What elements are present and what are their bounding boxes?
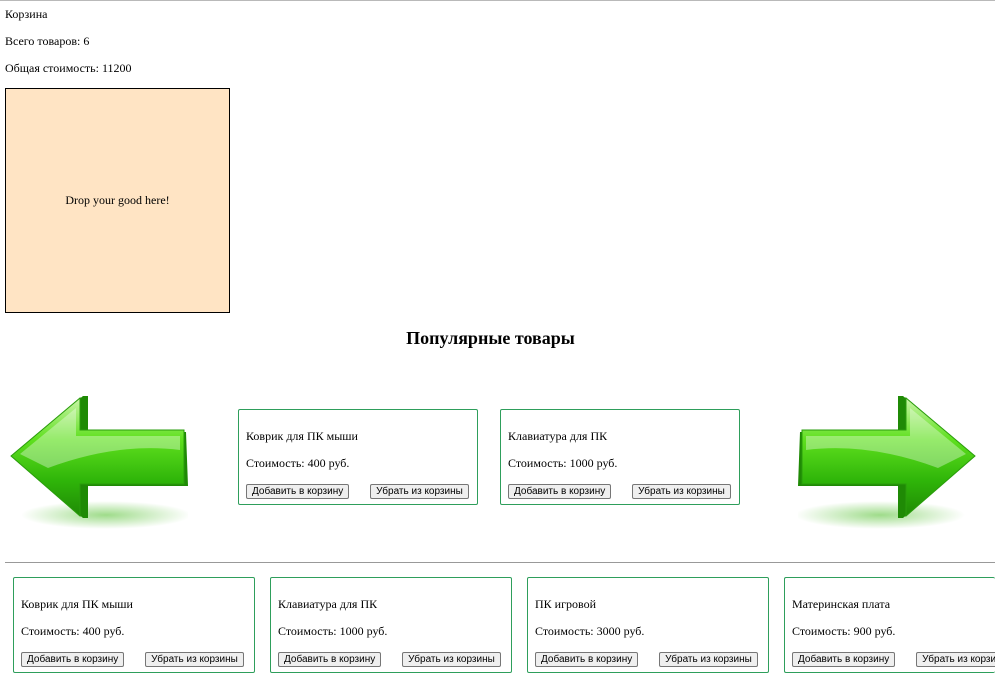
popular-product-card: Коврик для ПК мыши Стоимость: 400 руб. Д… — [238, 409, 478, 505]
remove-from-cart-button[interactable]: Убрать из корзины — [145, 652, 244, 667]
add-to-cart-button[interactable]: Добавить в корзину — [278, 652, 381, 667]
product-name: Клавиатура для ПК — [278, 597, 378, 611]
remove-from-cart-button[interactable]: Убрать из корзины — [916, 652, 995, 667]
add-to-cart-button[interactable]: Добавить в корзину — [535, 652, 638, 667]
product-name: ПК игровой — [535, 597, 597, 611]
remove-from-cart-button[interactable]: Убрать из корзины — [370, 484, 469, 499]
cart-item-count: Всего товаров: 6 — [5, 34, 90, 48]
product-name: Коврик для ПК мыши — [246, 429, 358, 443]
product-price: Стоимость: 400 руб. — [246, 456, 350, 470]
carousel-prev-button[interactable] — [8, 390, 188, 540]
popular-title: Популярные товары — [406, 328, 575, 348]
remove-from-cart-button[interactable]: Убрать из корзины — [632, 484, 731, 499]
section-divider — [5, 562, 995, 563]
cart-title: Корзина — [5, 7, 48, 21]
arrow-right-icon — [798, 396, 976, 529]
cart-drop-zone[interactable]: Drop your good here! — [5, 88, 230, 313]
product-name: Клавиатура для ПК — [508, 429, 608, 443]
product-price: Стоимость: 3000 руб. — [535, 624, 645, 638]
product-price: Стоимость: 1000 руб. — [508, 456, 618, 470]
product-price: Стоимость: 1000 руб. — [278, 624, 388, 638]
add-to-cart-button[interactable]: Добавить в корзину — [508, 484, 611, 499]
add-to-cart-button[interactable]: Добавить в корзину — [21, 652, 124, 667]
product-name: Материнская плата — [792, 597, 891, 611]
remove-from-cart-button[interactable]: Убрать из корзины — [402, 652, 501, 667]
arrow-left-icon — [10, 396, 188, 529]
drop-zone-label: Drop your good here! — [65, 193, 170, 207]
remove-from-cart-button[interactable]: Убрать из корзины — [659, 652, 758, 667]
add-to-cart-button[interactable]: Добавить в корзину — [792, 652, 895, 667]
top-border — [0, 0, 995, 1]
cart-total-cost: Общая стоимость: 11200 — [5, 61, 132, 75]
product-price: Стоимость: 900 руб. — [792, 624, 896, 638]
product-price: Стоимость: 400 руб. — [21, 624, 125, 638]
product-name: Коврик для ПК мыши — [21, 597, 133, 611]
popular-product-card: Клавиатура для ПК Стоимость: 1000 руб. Д… — [500, 409, 740, 505]
carousel-next-button[interactable] — [798, 390, 978, 540]
add-to-cart-button[interactable]: Добавить в корзину — [246, 484, 349, 499]
